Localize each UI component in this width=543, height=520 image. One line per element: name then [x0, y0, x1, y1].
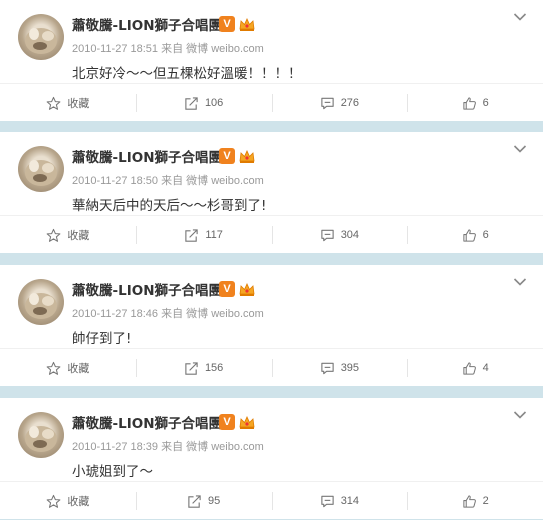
comment-button[interactable]: 276	[271, 84, 408, 122]
post-card: 蕭敬騰-LION獅子合唱團 V 2010-11-27 18:46 来自 微博 w…	[0, 265, 543, 386]
thumbs-up-icon	[462, 494, 476, 508]
like-count: 6	[482, 97, 489, 109]
like-button[interactable]: 4	[407, 349, 543, 387]
like-count: 4	[482, 362, 489, 374]
comment-button[interactable]: 304	[271, 216, 408, 254]
post-card: 蕭敬騰-LION獅子合唱團 V 2010-11-27 18:50 来自 微博 w…	[0, 132, 543, 253]
star-icon	[46, 228, 61, 242]
comment-icon	[321, 97, 334, 109]
post-card: 蕭敬騰-LION獅子合唱團 V 2010-11-27 18:39 来自 微博 w…	[0, 398, 543, 519]
post-text: 北京好冷～～但五棵松好溫暖！！！！	[72, 66, 302, 82]
repost-count: 106	[204, 97, 224, 109]
comment-button[interactable]: 314	[271, 482, 408, 520]
repost-icon	[185, 228, 199, 242]
verified-icon: V	[219, 281, 235, 297]
post-actions: 收藏 117 304 6	[0, 215, 543, 254]
favorite-button[interactable]: 收藏	[0, 482, 136, 520]
crown-icon	[239, 416, 255, 429]
post-meta[interactable]: 2010-11-27 18:39 来自 微博 weibo.com	[72, 438, 264, 454]
repost-button[interactable]: 95	[135, 482, 272, 520]
favorite-button[interactable]: 收藏	[0, 216, 136, 254]
comment-count: 395	[340, 362, 360, 374]
chevron-down-icon[interactable]	[513, 277, 527, 287]
repost-button[interactable]: 156	[135, 349, 272, 387]
star-icon	[46, 361, 61, 375]
favorite-label: 收藏	[67, 229, 90, 242]
repost-icon	[185, 96, 198, 110]
post-text: 華納天后中的天后～～杉哥到了!	[72, 198, 267, 214]
post-meta[interactable]: 2010-11-27 18:51 来自 微博 weibo.com	[72, 40, 264, 56]
chevron-down-icon[interactable]	[513, 410, 527, 420]
verified-icon: V	[219, 414, 235, 430]
avatar[interactable]	[18, 14, 64, 60]
chevron-down-icon[interactable]	[513, 144, 527, 154]
author-name[interactable]: 蕭敬騰-LION獅子合唱團	[72, 412, 222, 432]
post-actions: 收藏 156 395 4	[0, 348, 543, 387]
comment-icon	[321, 362, 334, 374]
star-icon	[46, 96, 61, 110]
post-meta[interactable]: 2010-11-27 18:50 来自 微博 weibo.com	[72, 172, 264, 188]
author-name[interactable]: 蕭敬騰-LION獅子合唱團	[72, 146, 222, 166]
comment-count: 304	[340, 229, 360, 241]
post-actions: 收藏 106 276 6	[0, 83, 543, 122]
author-name[interactable]: 蕭敬騰-LION獅子合唱團	[72, 279, 222, 299]
favorite-label: 收藏	[67, 495, 90, 508]
post-meta[interactable]: 2010-11-27 18:46 来自 微博 weibo.com	[72, 305, 264, 321]
like-button[interactable]: 6	[407, 84, 543, 122]
like-button[interactable]: 2	[407, 482, 543, 520]
avatar[interactable]	[18, 279, 64, 325]
thumbs-up-icon	[462, 96, 476, 110]
comment-icon	[321, 495, 334, 507]
comment-count: 276	[340, 97, 360, 109]
crown-icon	[239, 283, 255, 296]
post-text: 小琥姐到了～	[72, 464, 153, 480]
crown-icon	[239, 150, 255, 163]
comment-icon	[321, 229, 334, 241]
like-button[interactable]: 6	[407, 216, 543, 254]
post-card: 蕭敬騰-LION獅子合唱團 V 2010-11-27 18:51 来自 微博 w…	[0, 0, 543, 121]
avatar[interactable]	[18, 412, 64, 458]
favorite-label: 收藏	[67, 362, 90, 375]
favorite-button[interactable]: 收藏	[0, 84, 136, 122]
verified-icon: V	[219, 148, 235, 164]
author-name[interactable]: 蕭敬騰-LION獅子合唱團	[72, 14, 222, 34]
comment-count: 314	[340, 495, 360, 507]
favorite-button[interactable]: 收藏	[0, 349, 136, 387]
crown-icon	[239, 18, 255, 31]
thumbs-up-icon	[462, 361, 476, 375]
comment-button[interactable]: 395	[271, 349, 408, 387]
like-count: 2	[482, 495, 489, 507]
post-text: 帥仔到了!	[72, 331, 132, 347]
star-icon	[46, 494, 61, 508]
favorite-label: 收藏	[67, 97, 90, 110]
chevron-down-icon[interactable]	[513, 12, 527, 22]
repost-count: 117	[205, 229, 223, 241]
like-count: 6	[482, 229, 489, 241]
repost-count: 156	[204, 362, 224, 374]
repost-icon	[185, 361, 198, 375]
post-actions: 收藏 95 314 2	[0, 481, 543, 520]
repost-button[interactable]: 106	[135, 84, 272, 122]
avatar[interactable]	[18, 146, 64, 192]
verified-icon: V	[219, 16, 235, 32]
repost-count: 95	[208, 495, 221, 507]
thumbs-up-icon	[462, 228, 476, 242]
repost-button[interactable]: 117	[135, 216, 272, 254]
repost-icon	[188, 494, 201, 508]
